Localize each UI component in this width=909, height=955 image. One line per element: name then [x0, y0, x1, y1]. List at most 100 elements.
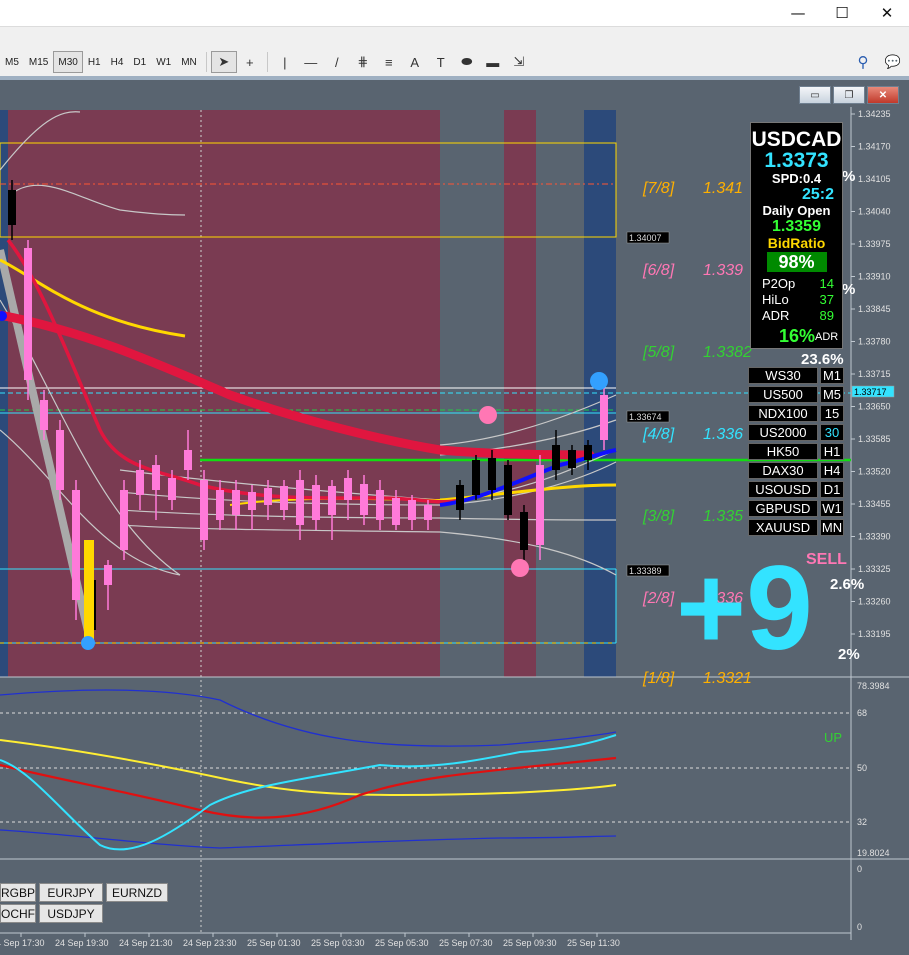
- market-timeframe-button[interactable]: H4: [820, 462, 844, 479]
- candle-body: [264, 488, 272, 505]
- stat-row: ADR 89: [751, 308, 842, 324]
- pair-button-rgbp[interactable]: RGBP: [0, 883, 36, 902]
- price-axis-label: 1.33260: [858, 597, 891, 607]
- fib-percent-label: %: [842, 168, 855, 185]
- candle-body: [216, 490, 224, 520]
- market-symbol-button[interactable]: USOUSD: [748, 481, 818, 498]
- time-axis-label: 25 Sep 01:30: [247, 938, 301, 948]
- pair-button-eurjpy[interactable]: EURJPY: [39, 883, 103, 902]
- stat-key: ADR: [762, 308, 790, 323]
- candle-body: [184, 450, 192, 470]
- candle-body: [568, 450, 576, 468]
- candle-body: [232, 490, 240, 515]
- ratio-value: 25:2: [801, 186, 834, 203]
- oscillator-axis-label: 32: [857, 817, 867, 827]
- current-price: 1.3373: [764, 149, 829, 172]
- trading-terminal: — ☐ ✕ M5 M15 M30 H1 H4 D1 W1 MN ➤ + | — / ⋕ ≡ A T ⬬ ▬ ⇲ ⚲ 💬…: [0, 0, 909, 955]
- pair-button-eurnzd[interactable]: EURNZD: [106, 883, 168, 902]
- time-axis-label: 24 Sep 23:30: [183, 938, 237, 948]
- candle-body: [40, 400, 48, 430]
- market-timeframe-button[interactable]: M1: [820, 367, 844, 384]
- time-axis-label: 25 Sep 03:30: [311, 938, 365, 948]
- market-symbol-button[interactable]: WS30: [748, 367, 818, 384]
- price-axis-label: 1.34040: [858, 207, 891, 217]
- candle-body: [376, 490, 384, 520]
- market-timeframe-button[interactable]: 15: [820, 405, 844, 422]
- market-symbol-button[interactable]: US500: [748, 386, 818, 403]
- price-axis-label: 1.33195: [858, 629, 891, 639]
- market-symbol-button[interactable]: GBPUSD: [748, 500, 818, 517]
- daily-open-value: 1.3359: [772, 218, 821, 235]
- price-axis-label: 1.34235: [858, 109, 891, 119]
- bid-ratio-value: 98%: [766, 252, 827, 272]
- market-timeframe-button[interactable]: D1: [820, 481, 844, 498]
- bottom-panel-axis-label: 0: [857, 864, 862, 874]
- adr-tag: ADR: [815, 331, 839, 343]
- stats-list: P2Op 14 HiLo 37 ADR 89: [751, 276, 842, 324]
- candle-body: [600, 395, 608, 440]
- price-tag-label: 1.33717: [854, 387, 887, 397]
- murrey-level-value: 1.341: [703, 180, 743, 197]
- candle-body: [280, 486, 288, 510]
- candle-body: [56, 430, 64, 490]
- murrey-level-value: 1.336: [703, 426, 743, 443]
- oscillator-axis-label: 78.3984: [857, 681, 890, 691]
- stat-key: P2Op: [762, 276, 796, 291]
- market-timeframe-button[interactable]: W1: [820, 500, 844, 517]
- candle-body: [504, 465, 512, 515]
- market-symbol-button[interactable]: NDX100: [748, 405, 818, 422]
- signal-dot: [590, 372, 608, 390]
- candle-body: [200, 480, 208, 540]
- fib-percent-label: 2%: [838, 646, 860, 663]
- stat-row: P2Op 14: [751, 276, 842, 292]
- murrey-level-value: 1.335: [703, 508, 743, 525]
- candle-body: [72, 490, 80, 600]
- pair-button-usdjpy[interactable]: USDJPY: [39, 904, 103, 923]
- market-symbol-button[interactable]: DAX30: [748, 462, 818, 479]
- murrey-level-label: [7/8]: [642, 180, 675, 197]
- murrey-level-label: [4/8]: [642, 426, 675, 443]
- pair-button-ochf[interactable]: OCHF: [0, 904, 36, 923]
- stat-row: HiLo 37: [751, 292, 842, 308]
- candle-body: [24, 248, 32, 380]
- oscillator-axis-label: 68: [857, 708, 867, 718]
- oscillator-trend-label: UP: [824, 730, 843, 745]
- candle-body: [584, 445, 592, 460]
- candle-body: [456, 485, 464, 510]
- murrey-level-value: 1.339: [703, 262, 743, 279]
- candle-body: [344, 478, 352, 500]
- signal-dot: [511, 559, 529, 577]
- spread-value: SPD:0.4: [771, 171, 822, 186]
- price-axis-label: 1.33585: [858, 434, 891, 444]
- price-axis-label: 1.33845: [858, 304, 891, 314]
- oscillator-axis-label: 50: [857, 763, 867, 773]
- murrey-level-value: 1.3382: [703, 344, 752, 361]
- murrey-level-label: [6/8]: [642, 262, 675, 279]
- symbol-name: USDCAD: [751, 128, 842, 151]
- market-timeframe-button[interactable]: 30: [820, 424, 844, 441]
- candle-body: [152, 465, 160, 490]
- stat-value: 14: [819, 276, 834, 291]
- candle-body: [296, 480, 304, 525]
- stat-value: 37: [819, 292, 834, 307]
- murrey-level-label: [5/8]: [642, 344, 675, 361]
- candle-body: [520, 512, 528, 550]
- market-symbol-button[interactable]: US2000: [748, 424, 818, 441]
- signal-dot: [81, 636, 95, 650]
- candle-body: [424, 505, 432, 520]
- market-symbol-button[interactable]: XAUUSD: [748, 519, 818, 536]
- candle-body: [120, 490, 128, 550]
- market-timeframe-button[interactable]: MN: [820, 519, 844, 536]
- market-symbol-button[interactable]: HK50: [748, 443, 818, 460]
- daily-open-label: Daily Open: [762, 203, 831, 218]
- market-timeframe-button[interactable]: M5: [820, 386, 844, 403]
- candle-body: [536, 465, 544, 545]
- fib-percent-label: 23.6%: [801, 351, 844, 368]
- candle-body: [248, 492, 256, 510]
- price-axis-label: 1.33780: [858, 337, 891, 347]
- price-axis-label: 1.33650: [858, 402, 891, 412]
- murrey-level-label: [3/8]: [642, 508, 675, 525]
- market-timeframe-button[interactable]: H1: [820, 443, 844, 460]
- fib-percent-label: %: [842, 281, 855, 298]
- murrey-level-label: [2/8]: [642, 590, 675, 607]
